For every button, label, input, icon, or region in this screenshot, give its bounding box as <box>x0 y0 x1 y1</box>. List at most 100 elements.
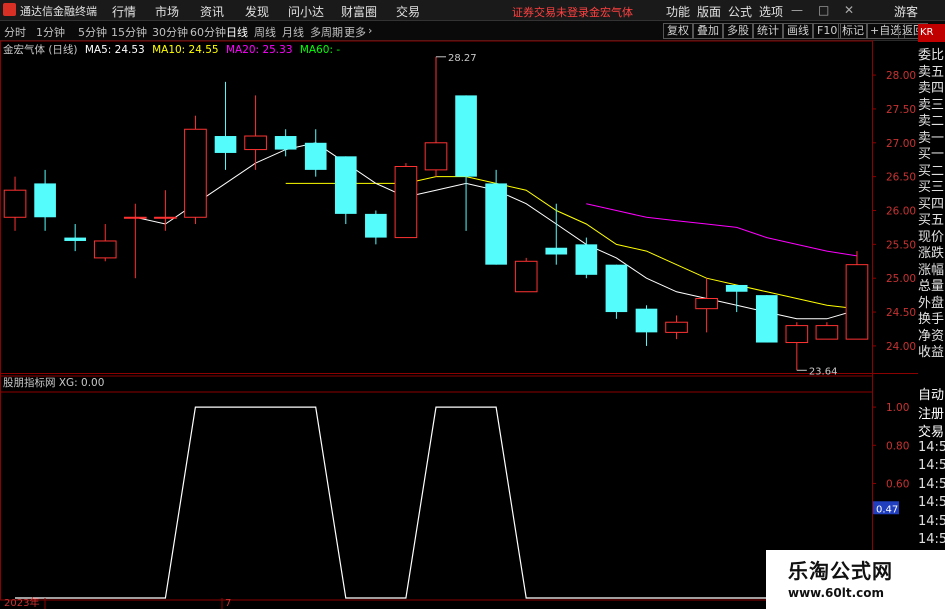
adjust-button[interactable]: 复权 <box>663 23 693 39</box>
menu-ask[interactable]: 问小达 <box>288 3 324 20</box>
side-label-2[interactable]: 注册 <box>918 403 945 422</box>
side-label-2[interactable]: 交易 <box>918 421 945 440</box>
candle-body-up <box>695 298 718 310</box>
mark-button[interactable]: 标记 <box>838 23 868 39</box>
app-logo-icon <box>3 3 16 16</box>
candle-body-down <box>545 247 568 255</box>
menu-function[interactable]: 功能 <box>666 3 690 20</box>
app-title: 通达信金融终端 <box>20 5 97 18</box>
tf-more[interactable]: 更多 <box>344 24 366 40</box>
multi-stock-button[interactable]: 多股 <box>723 23 753 39</box>
tf-60min[interactable]: 60分钟 <box>190 24 226 40</box>
xg-line <box>15 406 857 599</box>
candle-body-up <box>514 260 538 293</box>
y-tick-label: 26.00 <box>886 206 916 218</box>
candle-body-down <box>274 136 297 150</box>
candle-body-up <box>424 142 448 171</box>
ma20-line <box>586 203 858 257</box>
y-tick-label: 25.00 <box>886 273 916 285</box>
side-label-2: 14:56 <box>918 495 945 510</box>
side-badge[interactable]: KR <box>918 24 945 42</box>
side-label-2: 14:56 <box>918 513 945 529</box>
x-label-year: 2023年 <box>4 596 39 609</box>
legend-ma10: MA10: 24.55 <box>152 44 219 56</box>
sub-y-tick-label: 1.00 <box>886 402 909 414</box>
watermark-url: www.60lt.com <box>788 586 885 600</box>
menu-options[interactable]: 选项 <box>759 3 783 20</box>
candle-body-up <box>394 165 418 239</box>
menu-discover[interactable]: 发现 <box>245 3 269 20</box>
y-tick-label: 24.00 <box>886 341 916 353</box>
sub-y-tick-label: 0.80 <box>886 440 909 452</box>
candle-body-down <box>575 244 598 275</box>
sub-y-tick-label: 0.60 <box>886 478 909 490</box>
legend-ma60: MA60: - <box>299 44 341 56</box>
candle-body-up <box>665 321 688 333</box>
watermark-title: 乐淘公式网 <box>788 559 893 583</box>
y-tick-label: 24.50 <box>886 307 916 319</box>
tf-weekly[interactable]: 周线 <box>254 24 276 40</box>
maximize-icon[interactable]: □ <box>818 3 829 17</box>
candle-body-down <box>34 183 56 218</box>
candle-body-up <box>845 264 869 340</box>
chevron-right-icon[interactable]: › <box>368 24 372 37</box>
candle-body-up <box>123 216 147 219</box>
sub-legend: 股朋指标网 XG: 0.00 <box>3 377 105 389</box>
sub-frame <box>0 375 873 601</box>
menu-bar: 通达信金融终端 行情 市场 资讯 发现 问小达 财富圈 交易 证券交易未登录 金… <box>0 0 945 21</box>
side-label-2[interactable]: 自动 <box>918 384 945 403</box>
candle-body-down <box>635 308 658 333</box>
price-annotation: 28.27 <box>448 53 477 64</box>
draw-button[interactable]: 画线 <box>783 23 813 39</box>
menu-quotes[interactable]: 行情 <box>112 3 136 20</box>
close-icon[interactable]: ✕ <box>844 3 854 17</box>
tf-1min[interactable]: 1分钟 <box>36 24 65 40</box>
candle-body-up <box>3 189 27 218</box>
watermark: 乐淘公式网 www.60lt.com <box>766 550 945 609</box>
tf-daily[interactable]: 日线 <box>226 24 248 40</box>
candle-body-down <box>605 264 628 313</box>
kline-chart[interactable]: 24.00 24.50 25.00 25.50 26.00 26.50 27.00 27.50… <box>0 40 918 609</box>
guest-label[interactable]: 游客 <box>894 3 918 20</box>
overlay-button[interactable]: 叠加 <box>693 23 723 39</box>
y-tick-label: 25.50 <box>886 239 916 251</box>
menu-layout[interactable]: 版面 <box>697 3 721 20</box>
y-tick-label: 26.50 <box>886 172 916 184</box>
menu-news[interactable]: 资讯 <box>200 3 224 20</box>
tf-multi[interactable]: 多周期 <box>310 24 343 40</box>
candle-body-up <box>184 128 207 218</box>
candle-body-down <box>304 142 327 170</box>
ma10-line <box>285 176 858 310</box>
tf-monthly[interactable]: 月线 <box>282 24 304 40</box>
side-label-2: 14:56 <box>918 439 945 455</box>
sub-highlight-label: 0.47 <box>876 504 898 515</box>
tf-intraday[interactable]: 分时 <box>4 24 26 40</box>
x-label-month: 7 <box>225 598 231 609</box>
side-label-2: 14:56 <box>918 458 945 473</box>
tf-30min[interactable]: 30分钟 <box>152 24 188 40</box>
timeframe-bar: 分时 1分钟 5分钟 15分钟 30分钟 60分钟 日线 周线 月线 多周期 更… <box>0 21 945 41</box>
tf-5min[interactable]: 5分钟 <box>78 24 107 40</box>
legend-title: 金宏气体 (日线) <box>3 44 78 56</box>
login-warning[interactable]: 证券交易未登录 <box>512 4 589 20</box>
side-label: 收益 <box>918 345 945 360</box>
price-annotation: 23.64 <box>809 366 838 377</box>
chart-legend: 金宏气体 (日线) MA5: 24.53 MA10: 24.55 MA20: 2… <box>3 42 344 57</box>
candle-body-down <box>64 237 86 241</box>
candle-body-down <box>725 284 748 292</box>
side-label-2: 14:56 <box>918 532 945 547</box>
tf-15min[interactable]: 15分钟 <box>111 24 147 40</box>
candle-body-down <box>365 213 387 238</box>
minimize-icon[interactable]: — <box>791 3 803 17</box>
candle-body-down <box>334 156 357 214</box>
y-tick-label: 27.50 <box>886 104 916 116</box>
candle-body-down <box>455 95 477 177</box>
legend-ma20: MA20: 25.33 <box>225 44 293 56</box>
menu-trade[interactable]: 交易 <box>396 3 420 20</box>
stats-button[interactable]: 统计 <box>753 23 783 39</box>
menu-market[interactable]: 市场 <box>155 3 179 20</box>
menu-formula[interactable]: 公式 <box>728 3 752 20</box>
stock-name-top: 金宏气体 <box>589 6 633 19</box>
menu-wealth[interactable]: 财富圈 <box>341 3 377 20</box>
candle-body-up <box>785 325 809 344</box>
